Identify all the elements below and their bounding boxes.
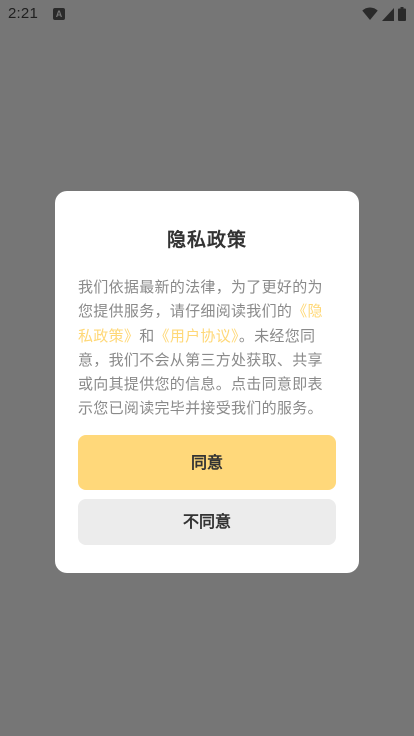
- agree-button[interactable]: 同意: [78, 435, 336, 490]
- message-text-start: 我们依据最新的法律，为了更好的为您提供服务，请仔细阅读我们的: [78, 278, 323, 321]
- status-bar: 2:21 A: [0, 0, 414, 28]
- message-text-and: 和: [139, 326, 155, 345]
- user-agreement-link[interactable]: 《用户协议》: [155, 327, 239, 345]
- app-notification-icon: A: [53, 8, 65, 20]
- wifi-icon: [362, 7, 378, 21]
- disagree-button[interactable]: 不同意: [78, 499, 336, 545]
- battery-icon: [398, 7, 406, 21]
- signal-icon: [382, 7, 394, 21]
- privacy-policy-dialog: 隐私政策 我们依据最新的法律，为了更好的为您提供服务，请仔细阅读我们的《隐私政策…: [55, 191, 359, 573]
- status-icons: [362, 6, 406, 22]
- dialog-message: 我们依据最新的法律，为了更好的为您提供服务，请仔细阅读我们的《隐私政策》和《用户…: [78, 275, 336, 421]
- status-time: 2:21: [8, 5, 38, 22]
- dialog-title: 隐私政策: [166, 229, 247, 251]
